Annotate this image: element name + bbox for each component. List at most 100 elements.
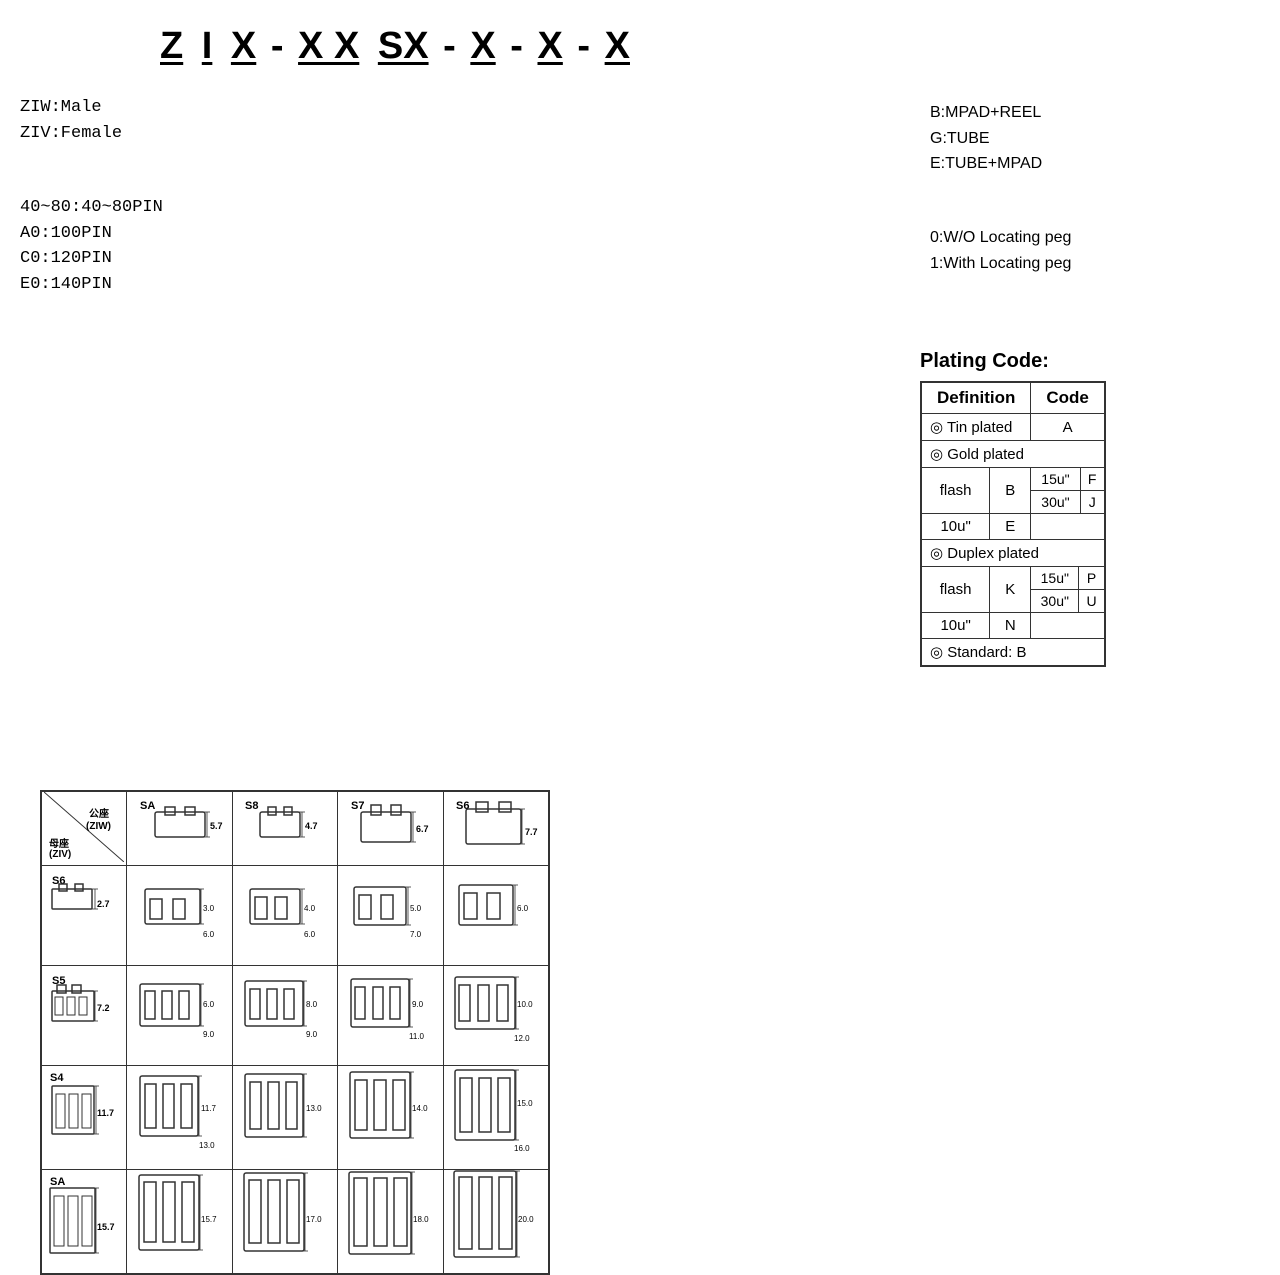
svg-text:SA: SA	[50, 1176, 65, 1188]
col-s7: S7 6.7	[338, 791, 444, 866]
svg-text:SA: SA	[140, 800, 155, 812]
cell-s5-s7: 9.0 11.0	[338, 966, 444, 1066]
duplex-30u-placeholder	[1031, 613, 1105, 639]
plating-section: Plating Code: Definition Code ◎ Tin plat…	[920, 350, 1260, 667]
duplex-10u-def: 10u"	[921, 613, 990, 639]
code-dash1: -	[260, 25, 294, 68]
col-sa: SA 5.7	[127, 791, 233, 866]
col-s8: S8 4.7	[232, 791, 338, 866]
gold-10u-code: E	[990, 514, 1031, 540]
loc-1: 1:With Locating peg	[930, 251, 1260, 277]
svg-text:20.0: 20.0	[518, 1215, 534, 1224]
code-sep1	[187, 25, 198, 68]
svg-text:3.0: 3.0	[203, 904, 215, 913]
row-label-sa: SA 15.7	[41, 1170, 127, 1275]
svg-text:S7: S7	[351, 800, 364, 812]
duplex-15u: 15u" P 30u" U	[1031, 567, 1105, 613]
tin-plated-code: A	[1031, 414, 1105, 441]
svg-text:9.0: 9.0	[412, 1000, 424, 1009]
svg-text:6.7: 6.7	[416, 824, 429, 834]
gold-row-1: flash B 15u" F 30u" J	[921, 468, 1105, 514]
svg-text:15.7: 15.7	[97, 1222, 115, 1232]
gold-plated-header: ◎ Gold plated	[921, 441, 1105, 468]
duplex-row-2: 10u" N	[921, 613, 1105, 639]
svg-text:8.0: 8.0	[306, 1000, 318, 1009]
row-label-s4: S4 11.7	[41, 1066, 127, 1170]
cell-sa-s7: 18.0	[338, 1170, 444, 1275]
cell-sa-s8: 17.0	[232, 1170, 338, 1275]
svg-text:17.0: 17.0	[306, 1215, 322, 1224]
cell-s5-sa: 6.0 9.0	[127, 966, 233, 1066]
tin-plated-def: ◎ Tin plated	[921, 414, 1031, 441]
pin-labels: 40~80:40~80PIN A0:100PIN C0:120PIN E0:14…	[20, 195, 163, 297]
plating-title: Plating Code:	[920, 350, 1260, 373]
col-code: Code	[1031, 382, 1105, 414]
svg-text:S8: S8	[245, 800, 258, 812]
svg-text:14.0: 14.0	[412, 1104, 428, 1113]
svg-text:6.0: 6.0	[203, 930, 215, 939]
gold-30u-placeholder	[1031, 514, 1105, 540]
cell-sa-sa: 15.7	[127, 1170, 233, 1275]
pkg-g: G:TUBE	[930, 126, 1260, 152]
gold-10u-def: 10u"	[921, 514, 990, 540]
svg-text:6.0: 6.0	[203, 1000, 215, 1009]
tin-plated-row: ◎ Tin plated A	[921, 414, 1105, 441]
svg-text:(ZIW): (ZIW)	[86, 821, 111, 832]
svg-text:5.0: 5.0	[410, 904, 422, 913]
type-female: ZIV:Female	[20, 121, 122, 147]
svg-text:11.7: 11.7	[97, 1108, 114, 1118]
pin-40-80: 40~80:40~80PIN	[20, 195, 163, 221]
pin-c0: C0:120PIN	[20, 246, 163, 272]
svg-text:5.7: 5.7	[210, 821, 223, 831]
svg-text:7.2: 7.2	[97, 1003, 110, 1013]
svg-text:7.0: 7.0	[410, 930, 422, 939]
svg-text:18.0: 18.0	[413, 1215, 429, 1224]
gold-plated-label: ◎ Gold plated	[921, 441, 1105, 468]
svg-text:7.7: 7.7	[525, 827, 538, 837]
duplex-flash-def: flash	[921, 567, 990, 613]
row-label-s5: S5 7.2	[41, 966, 127, 1066]
svg-text:15.7: 15.7	[201, 1215, 217, 1224]
gold-flash-def: flash	[921, 468, 990, 514]
row-s5: S5 7.2	[41, 966, 549, 1066]
type-labels: ZIW:Male ZIV:Female	[20, 95, 122, 146]
svg-text:11.0: 11.0	[409, 1032, 425, 1041]
svg-text:4.0: 4.0	[304, 904, 316, 913]
code-x4: X	[605, 25, 630, 68]
cell-s4-s6: 15.0 16.0	[443, 1066, 549, 1170]
code-i: I	[202, 25, 213, 68]
svg-text:16.0: 16.0	[514, 1144, 530, 1153]
plating-table: Definition Code ◎ Tin plated A ◎ Gold pl…	[920, 381, 1106, 667]
cell-s4-s8: 13.0	[232, 1066, 338, 1170]
svg-text:13.0: 13.0	[199, 1141, 215, 1150]
cell-s6-s7: 5.0 7.0	[338, 866, 444, 966]
cell-s5-s8: 8.0 9.0	[232, 966, 338, 1066]
duplex-row-1: flash K 15u" P 30u" U	[921, 567, 1105, 613]
svg-text:15.0: 15.0	[517, 1099, 533, 1108]
row-s6: S6 2.7	[41, 866, 549, 966]
locating-labels: 0:W/O Locating peg 1:With Locating peg	[930, 225, 1260, 276]
duplex-10u-code: N	[990, 613, 1031, 639]
cell-s6-sa: 3.0 6.0	[127, 866, 233, 966]
package-labels: B:MPAD+REEL G:TUBE E:TUBE+MPAD	[930, 100, 1260, 177]
pkg-b: B:MPAD+REEL	[930, 100, 1260, 126]
cell-s5-s6: 10.0 12.0	[443, 966, 549, 1066]
svg-text:12.0: 12.0	[514, 1034, 530, 1043]
svg-text:9.0: 9.0	[306, 1030, 318, 1039]
pin-e0: E0:140PIN	[20, 272, 163, 298]
code-dash3: -	[500, 25, 534, 68]
code-sep2	[216, 25, 227, 68]
duplex-plated-header: ◎ Duplex plated	[921, 540, 1105, 567]
code-x3: X	[537, 25, 562, 68]
code-x2: X	[470, 25, 495, 68]
svg-text:13.0: 13.0	[306, 1104, 322, 1113]
code-dash4: -	[567, 25, 601, 68]
svg-text:公座: 公座	[89, 807, 109, 820]
row-sa: SA 15.7	[41, 1170, 549, 1275]
cell-s6-s6: 6.0	[443, 866, 549, 966]
standard-label: ◎ Standard: B	[921, 639, 1105, 667]
svg-text:4.7: 4.7	[305, 821, 318, 831]
row-s4: S4 11.7	[41, 1066, 549, 1170]
standard-row: ◎ Standard: B	[921, 639, 1105, 667]
gold-flash-code: B	[990, 468, 1031, 514]
